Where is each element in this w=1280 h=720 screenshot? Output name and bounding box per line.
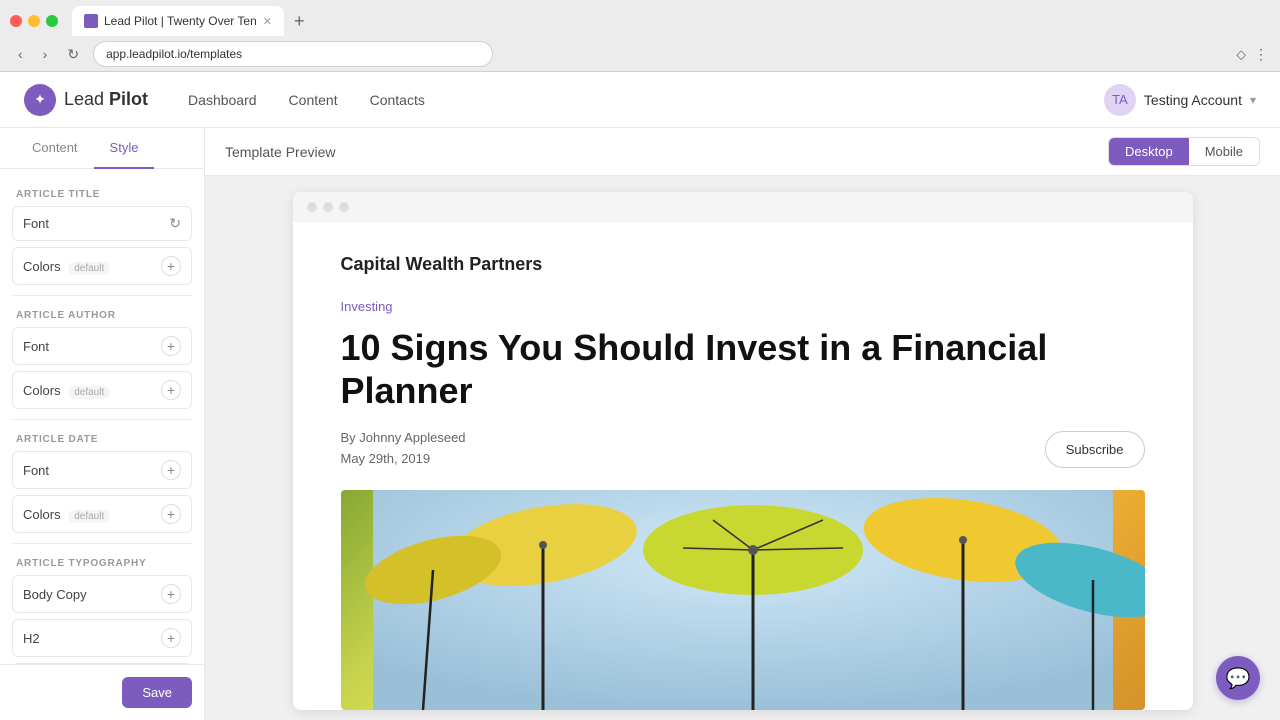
app: Lead Pilot Dashboard Content Contacts TA… <box>0 72 1280 720</box>
preview-browser: Capital Wealth Partners Investing 10 Sig… <box>293 192 1193 710</box>
address-input[interactable] <box>93 41 493 67</box>
article-date-font-plus[interactable]: + <box>161 460 181 480</box>
forward-button[interactable]: › <box>37 44 54 64</box>
window-controls <box>10 15 58 27</box>
mobile-view-button[interactable]: Mobile <box>1189 138 1259 165</box>
article-author-font-label: Font <box>23 339 49 354</box>
browser-actions: ⬦ ⋮ <box>1236 46 1268 63</box>
article-date-font-row[interactable]: Font + <box>12 451 192 489</box>
more-options-icon[interactable]: ⋮ <box>1254 46 1268 63</box>
content-area: Template Preview Desktop Mobile Capital … <box>205 128 1280 720</box>
avatar: TA <box>1104 84 1136 116</box>
template-preview-title: Template Preview <box>225 144 1092 160</box>
save-area: Save <box>0 664 204 720</box>
tab-close-icon[interactable]: ✕ <box>263 15 272 28</box>
desktop-view-button[interactable]: Desktop <box>1109 138 1189 165</box>
article-date-colors-badge: default <box>68 510 110 523</box>
article-image <box>341 490 1145 710</box>
logo-text: Lead Pilot <box>64 89 148 110</box>
preview-browser-bar <box>293 192 1193 222</box>
nav-links: Dashboard Content Contacts <box>188 92 425 108</box>
fullscreen-dot[interactable] <box>46 15 58 27</box>
h2-label: H2 <box>23 631 40 646</box>
article-date-colors-row[interactable]: Colors default + <box>12 495 192 533</box>
h2-plus[interactable]: + <box>161 628 181 648</box>
chevron-down-icon: ▾ <box>1250 93 1256 107</box>
section-article-title-label: ARTICLE TITLE <box>12 181 192 206</box>
tab-style[interactable]: Style <box>94 128 155 169</box>
tab-favicon <box>84 14 98 28</box>
preview-dot-3 <box>339 202 349 212</box>
article-date-font-label: Font <box>23 463 49 478</box>
refresh-button[interactable]: ↻ <box>61 44 85 65</box>
main: Content Style ARTICLE TITLE Font ↻ Color… <box>0 128 1280 720</box>
article-title-font-label: Font <box>23 216 49 231</box>
chat-icon: 💬 <box>1226 666 1251 691</box>
new-tab-button[interactable]: + <box>288 11 311 32</box>
back-button[interactable]: ‹ <box>12 44 29 64</box>
article-date-colors-label: Colors default <box>23 507 110 522</box>
left-panel: Content Style ARTICLE TITLE Font ↻ Color… <box>0 128 205 720</box>
logo: Lead Pilot <box>24 84 148 116</box>
chat-button[interactable]: 💬 <box>1216 656 1260 700</box>
body-copy-row[interactable]: Body Copy + <box>12 575 192 613</box>
tab-content[interactable]: Content <box>16 128 94 169</box>
user-name: Testing Account <box>1144 92 1242 108</box>
umbrella-image <box>341 490 1145 710</box>
article-date: May 29th, 2019 <box>341 449 466 470</box>
bookmark-icon[interactable]: ⬦ <box>1236 46 1246 63</box>
save-button[interactable]: Save <box>122 677 192 708</box>
nav-dashboard[interactable]: Dashboard <box>188 92 257 108</box>
nav-content[interactable]: Content <box>289 92 338 108</box>
article-site-name: Capital Wealth Partners <box>341 254 1145 275</box>
minimize-dot[interactable] <box>28 15 40 27</box>
address-bar: ‹ › ↻ ⬦ ⋮ <box>0 36 1280 72</box>
article-author-colors-plus[interactable]: + <box>161 380 181 400</box>
article-title-font-row[interactable]: Font ↻ <box>12 206 192 241</box>
browser-tab[interactable]: Lead Pilot | Twenty Over Ten ✕ <box>72 6 284 36</box>
article-author-colors-row[interactable]: Colors default + <box>12 371 192 409</box>
top-nav: Lead Pilot Dashboard Content Contacts TA… <box>0 72 1280 128</box>
view-toggle: Desktop Mobile <box>1108 137 1260 166</box>
article-author-colors-label: Colors default <box>23 383 110 398</box>
browser-chrome: Lead Pilot | Twenty Over Ten ✕ + ‹ › ↻ ⬦… <box>0 0 1280 72</box>
article-title-colors-label: Colors default <box>23 259 110 274</box>
article-title-colors-plus[interactable]: + <box>161 256 181 276</box>
subscribe-button[interactable]: Subscribe <box>1045 431 1145 468</box>
user-area: TA Testing Account ▾ <box>1104 84 1256 116</box>
body-copy-plus[interactable]: + <box>161 584 181 604</box>
preview-dot-1 <box>307 202 317 212</box>
article-title: 10 Signs You Should Invest in a Financia… <box>341 326 1145 412</box>
article-date-colors-plus[interactable]: + <box>161 504 181 524</box>
preview-area: Capital Wealth Partners Investing 10 Sig… <box>205 176 1280 720</box>
logo-icon <box>24 84 56 116</box>
section-article-date-label: ARTICLE DATE <box>12 426 192 451</box>
article-author: By Johnny Appleseed <box>341 428 466 449</box>
preview-dot-2 <box>323 202 333 212</box>
article-preview: Capital Wealth Partners Investing 10 Sig… <box>293 222 1193 710</box>
panel-tabs: Content Style <box>0 128 204 169</box>
section-article-author-label: ARTICLE AUTHOR <box>12 302 192 327</box>
article-title-colors-badge: default <box>68 262 110 275</box>
close-dot[interactable] <box>10 15 22 27</box>
tab-bar: Lead Pilot | Twenty Over Ten ✕ + <box>0 0 1280 36</box>
content-header: Template Preview Desktop Mobile <box>205 128 1280 176</box>
article-title-colors-row[interactable]: Colors default + <box>12 247 192 285</box>
tab-title: Lead Pilot | Twenty Over Ten <box>104 14 257 28</box>
article-author-font-plus[interactable]: + <box>161 336 181 356</box>
panel-body: ARTICLE TITLE Font ↻ Colors default + AR… <box>0 169 204 664</box>
h2-row[interactable]: H2 + <box>12 619 192 657</box>
body-copy-label: Body Copy <box>23 587 87 602</box>
article-category: Investing <box>341 299 1145 314</box>
nav-contacts[interactable]: Contacts <box>370 92 425 108</box>
article-author-font-row[interactable]: Font + <box>12 327 192 365</box>
article-author-colors-badge: default <box>68 386 110 399</box>
section-article-typography-label: ARTICLE TYPOGRAPHY <box>12 550 192 575</box>
article-meta: By Johnny Appleseed May 29th, 2019 Subsc… <box>341 428 1145 470</box>
article-meta-left: By Johnny Appleseed May 29th, 2019 <box>341 428 466 470</box>
rotate-icon: ↻ <box>169 215 181 232</box>
